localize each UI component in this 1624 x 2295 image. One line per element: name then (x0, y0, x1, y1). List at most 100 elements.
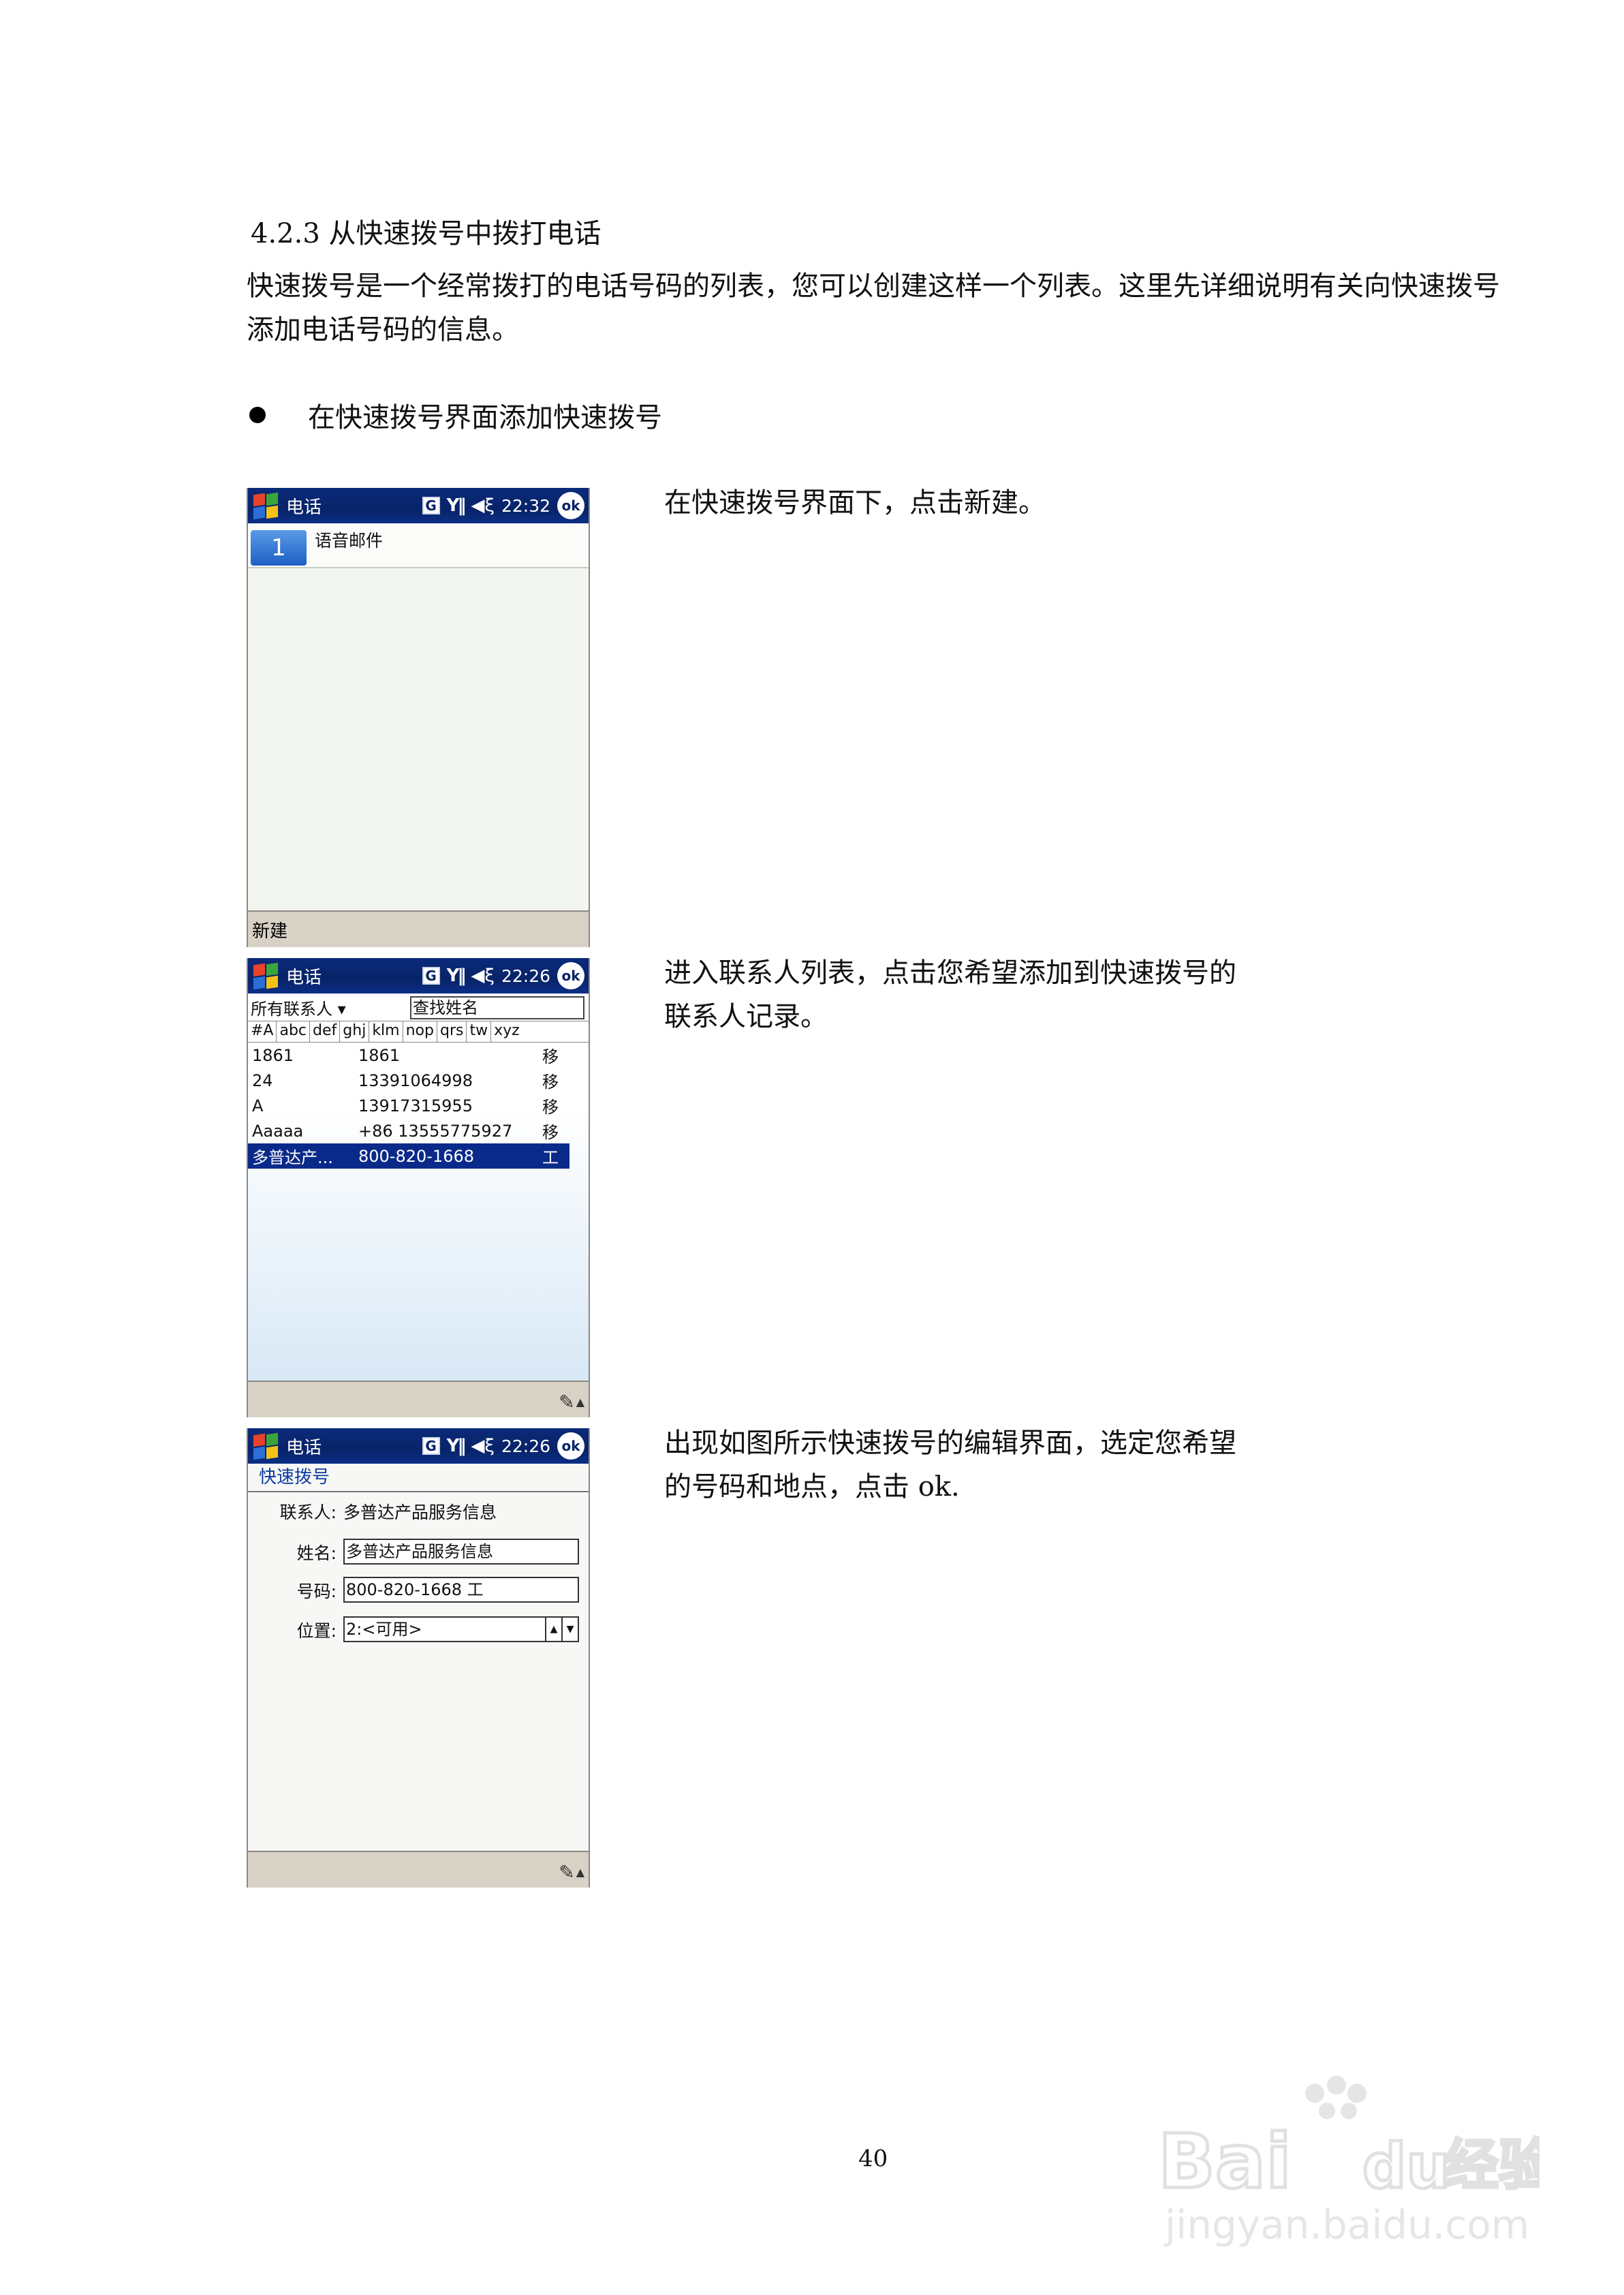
contact-type: 工 (542, 1148, 559, 1167)
contact-number: 1861 (358, 1045, 401, 1065)
filter-row: 所有联系人 ▾ 查找姓名 (248, 994, 589, 1021)
input-panel-toggle[interactable]: ✎ ▲ (559, 1391, 584, 1413)
contact-name: 多普达产... (252, 1148, 333, 1167)
chevron-up-icon: ▲ (576, 1866, 584, 1879)
list-item[interactable]: 1861 1861 移 (248, 1043, 589, 1068)
contacts-list: 1861 1861 移 24 13391064998 移 A 139173159… (248, 1043, 589, 1169)
tab-qrs[interactable]: qrs (437, 1021, 467, 1042)
app-title: 电话 (286, 1437, 322, 1458)
clock[interactable]: 22:32 (501, 496, 550, 516)
title-bar: 电话 G Y‖ ◀ξ 22:26 ok (248, 958, 589, 994)
location-stepper[interactable]: 2:<可用> ▲ ▼ (343, 1616, 579, 1642)
stepper-up-icon[interactable]: ▲ (545, 1618, 561, 1641)
start-menu-icon[interactable] (252, 492, 279, 520)
clock[interactable]: 22:26 (501, 1436, 550, 1456)
step-3-text: 出现如图所示快速拨号的编辑界面，选定您希望的号码和地点，点击 ok. (664, 1428, 1236, 1503)
volume-icon[interactable]: ◀ξ (471, 495, 495, 516)
ok-button[interactable]: ok (557, 492, 584, 519)
list-item[interactable]: 1 语音邮件 (248, 523, 589, 568)
intro-paragraph: 快速拨号是一个经常拨打的电话号码的列表，您可以创建这样一个列表。这里先详细说明有… (247, 271, 1500, 345)
tab-hash-a[interactable]: #A (248, 1021, 277, 1042)
contact-name: Aaaaa (252, 1121, 304, 1141)
edit-form: 快速拨号 联系人: 多普达产品服务信息 姓名: 多普达产品服务信息 号码: 80… (248, 1464, 589, 1852)
contact-number: 13917315955 (358, 1096, 473, 1115)
app-title: 电话 (286, 967, 322, 988)
stepper-buttons: ▲ ▼ (545, 1618, 578, 1641)
step-1-text: 在快速拨号界面下，点击新建。 (664, 487, 1046, 519)
contact-list-area: 所有联系人 ▾ 查找姓名 #A abc def ghj klm nop qrs … (248, 994, 589, 1382)
ok-button[interactable]: ok (557, 962, 584, 989)
command-bar: ✎ ▲ (248, 1851, 589, 1888)
volume-icon[interactable]: ◀ξ (471, 966, 495, 986)
location-value: 2:<可用> (346, 1620, 422, 1639)
list-item[interactable]: A 13917315955 移 (248, 1093, 589, 1118)
clock[interactable]: 22:26 (501, 966, 550, 986)
contacts-screen: 电话 G Y‖ ◀ξ 22:26 ok 所有联系人 ▾ 查找姓名 #A abc … (247, 958, 590, 1417)
input-panel-toggle[interactable]: ✎ ▲ (559, 1861, 584, 1883)
step-2-text: 进入联系人列表，点击您希望添加到快速拨号的联系人记录。 (664, 957, 1236, 1032)
baidu-watermark-logo: Bai du 经验 jingyan.baidu.com (1158, 2076, 1540, 2248)
contact-row: 联系人: 多普达产品服务信息 (248, 1499, 589, 1526)
section-heading: 4.2.3 从快速拨号中拨打电话 (251, 218, 602, 249)
contact-type: 移 (542, 1073, 559, 1092)
location-row: 位置: 2:<可用> ▲ ▼ (248, 1616, 589, 1644)
tab-tw[interactable]: tw (467, 1021, 492, 1042)
name-label: 姓名: (296, 1543, 337, 1563)
list-item[interactable]: Aaaaa +86 13555775927 移 (248, 1118, 589, 1143)
form-header: 快速拨号 (248, 1464, 589, 1492)
title-bar: 电话 G Y‖ ◀ξ 22:26 ok (248, 1428, 589, 1464)
svg-text:jingyan.baidu.com: jingyan.baidu.com (1164, 2202, 1529, 2248)
tab-klm[interactable]: klm (369, 1021, 403, 1042)
bullet-item: 在快速拨号界面添加快速拨号 (247, 395, 662, 435)
signal-icon[interactable]: Y‖ (447, 1436, 467, 1456)
alpha-tabs: #A abc def ghj klm nop qrs tw xyz (248, 1021, 589, 1043)
contact-value: 多普达产品服务信息 (343, 1503, 497, 1522)
keyboard-pen-icon: ✎ (559, 1391, 575, 1413)
stepper-down-icon[interactable]: ▼ (561, 1618, 578, 1641)
title-bar: 电话 G Y‖ ◀ξ 22:32 ok (248, 488, 589, 523)
svg-text:经验: 经验 (1444, 2134, 1540, 2197)
location-label: 位置: (296, 1621, 337, 1641)
new-button[interactable]: 新建 (252, 917, 287, 942)
ok-button[interactable]: ok (557, 1432, 584, 1460)
tab-xyz[interactable]: xyz (491, 1021, 522, 1042)
contact-name: 1861 (252, 1045, 294, 1065)
start-menu-icon[interactable] (252, 962, 279, 990)
list-item-selected[interactable]: 多普达产... 800-820-1668 工 (248, 1143, 569, 1169)
signal-icon[interactable]: Y‖ (447, 966, 467, 986)
search-input[interactable]: 查找姓名 (410, 996, 584, 1019)
signal-icon[interactable]: Y‖ (447, 495, 467, 516)
chevron-up-icon: ▲ (576, 1396, 584, 1408)
speed-dial-label: 语音邮件 (315, 531, 384, 551)
contact-number: 13391064998 (358, 1071, 473, 1090)
list-item[interactable]: 24 13391064998 移 (248, 1068, 589, 1093)
gprs-icon[interactable]: G (422, 967, 440, 985)
svg-text:Bai: Bai (1158, 2118, 1292, 2205)
speed-dial-number: 1 (251, 530, 307, 566)
command-bar: 新建 (248, 910, 589, 947)
bullet-dot-icon (249, 407, 266, 423)
volume-icon[interactable]: ◀ξ (471, 1436, 495, 1456)
number-row: 号码: 800-820-1668 工 (248, 1577, 589, 1604)
tab-nop[interactable]: nop (403, 1021, 437, 1042)
contact-number: 800-820-1668 (358, 1146, 475, 1166)
contact-name: A (252, 1096, 264, 1115)
gprs-icon[interactable]: G (422, 497, 440, 514)
start-menu-icon[interactable] (252, 1432, 279, 1460)
svg-text:du: du (1362, 2131, 1450, 2202)
tab-abc[interactable]: abc (277, 1021, 311, 1042)
number-field[interactable]: 800-820-1668 工 (343, 1577, 579, 1603)
contact-type: 移 (542, 1123, 559, 1142)
speed-dial-screen: 电话 G Y‖ ◀ξ 22:32 ok 1 语音邮件 新建 (247, 488, 590, 947)
contact-type: 移 (542, 1098, 559, 1117)
tab-ghj[interactable]: ghj (340, 1021, 370, 1042)
gprs-icon[interactable]: G (422, 1437, 440, 1455)
tab-def[interactable]: def (310, 1021, 341, 1042)
name-field[interactable]: 多普达产品服务信息 (343, 1539, 579, 1565)
number-label: 号码: (296, 1582, 337, 1601)
contact-number: +86 13555775927 (358, 1121, 513, 1141)
category-dropdown[interactable]: 所有联系人 ▾ (251, 996, 346, 1019)
keyboard-pen-icon: ✎ (559, 1861, 575, 1883)
bullet-text: 在快速拨号界面添加快速拨号 (308, 402, 662, 433)
contact-type: 移 (542, 1047, 559, 1066)
